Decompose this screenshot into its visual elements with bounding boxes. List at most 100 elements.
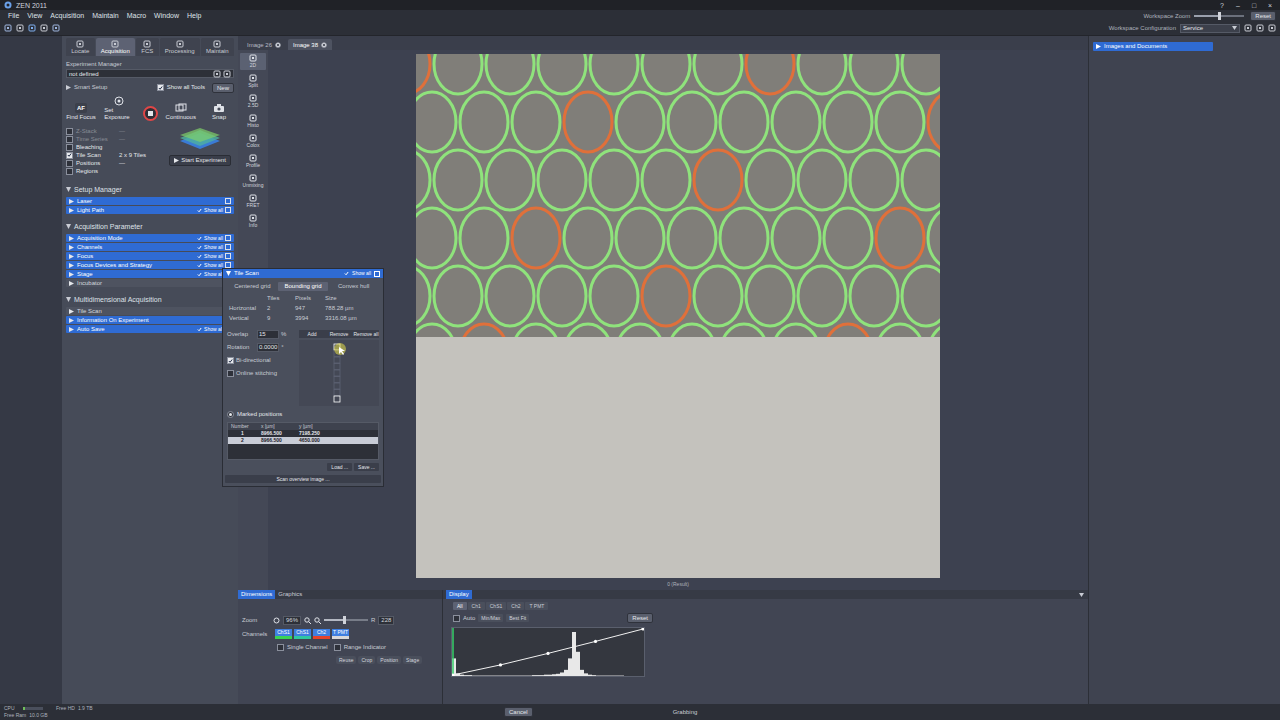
view-tab[interactable]: Info xyxy=(240,213,266,230)
window-control[interactable]: ? xyxy=(1216,1,1228,10)
scan-overview-button[interactable]: Scan overview image ... xyxy=(225,475,381,483)
channel-toggle[interactable]: ChS1 xyxy=(294,629,311,639)
action-button[interactable]: Set Exposure xyxy=(104,96,134,121)
checkbox[interactable] xyxy=(453,615,460,622)
experiment-dropdown[interactable]: not defined xyxy=(66,69,234,78)
curve-point[interactable] xyxy=(452,673,455,676)
tool-bar[interactable]: Tile Scan xyxy=(66,307,234,315)
dimension-row[interactable]: Tile Scan2 x 9 Tiles xyxy=(66,151,162,159)
tile-scan-window[interactable]: Tile ScanShow all Centered gridBounding g… xyxy=(222,268,384,487)
start-experiment-button[interactable]: Start Experiment xyxy=(169,155,231,166)
view-tab[interactable]: Colox xyxy=(240,133,266,150)
slider-thumb[interactable] xyxy=(343,616,346,624)
panel-tab[interactable]: Graphics xyxy=(275,590,305,599)
view-tab[interactable]: 2D xyxy=(240,53,266,70)
button[interactable]: New xyxy=(212,83,234,93)
option-row[interactable]: Online stitching xyxy=(227,369,295,378)
tool-bar[interactable]: Incubator xyxy=(66,279,234,287)
channel-tab[interactable]: ChS1 xyxy=(486,602,507,610)
action-button[interactable]: Snap xyxy=(204,103,234,121)
show-all-toggle[interactable]: Show all xyxy=(197,234,231,242)
live-button[interactable] xyxy=(143,106,158,121)
channel-toggle[interactable]: T PMT xyxy=(332,629,349,639)
view-tab[interactable]: Unmixing xyxy=(240,173,266,190)
workspace-configuration-dropdown[interactable]: Service xyxy=(1180,24,1240,33)
checkbox[interactable] xyxy=(66,168,73,175)
checkbox[interactable] xyxy=(157,84,164,91)
window-control[interactable]: – xyxy=(1232,1,1244,10)
overlap-input[interactable]: 15 xyxy=(257,330,279,339)
tool-bar[interactable]: StageShow all xyxy=(66,270,234,278)
grid-mode-tab[interactable]: Centered grid xyxy=(227,282,278,291)
checkbox[interactable] xyxy=(227,357,234,364)
view-button[interactable]: Stage xyxy=(403,656,422,664)
position-row[interactable]: 28966.5004650.000 xyxy=(228,437,378,444)
dimension-row[interactable]: Positions— xyxy=(66,159,162,167)
tool-bar[interactable]: FocusShow all xyxy=(66,252,234,260)
panel-tab[interactable]: Dimensions xyxy=(238,590,275,599)
left-tab[interactable]: Maintain xyxy=(201,38,234,56)
window-control[interactable]: □ xyxy=(1248,1,1260,10)
histogram[interactable] xyxy=(451,627,645,677)
grid-mode-tab[interactable]: Bounding grid xyxy=(278,282,329,291)
checkbox[interactable] xyxy=(66,128,73,135)
file-button[interactable]: Load ... xyxy=(327,463,352,471)
menu-item[interactable]: Window xyxy=(150,11,183,21)
view-tab[interactable]: FRET xyxy=(240,193,266,210)
radio-button[interactable] xyxy=(227,411,234,418)
option-row[interactable]: Bi-directional xyxy=(227,356,295,365)
position-button[interactable]: Remove all xyxy=(353,330,379,338)
tool-bar[interactable]: ChannelsShow all xyxy=(66,243,234,251)
display-button[interactable]: Min/Max xyxy=(478,614,503,622)
position-button[interactable]: Remove xyxy=(326,330,352,338)
show-all-toggle[interactable] xyxy=(225,198,231,204)
checkbox[interactable] xyxy=(277,644,284,651)
file-button[interactable]: Save ... xyxy=(354,463,379,471)
dimension-row[interactable]: Bleaching xyxy=(66,143,162,151)
dimension-row[interactable]: Z-Stack— xyxy=(66,127,162,135)
section-header[interactable]: Multidimensional Acquisition xyxy=(66,295,234,304)
position-button[interactable]: Add xyxy=(299,330,325,338)
image-tab[interactable]: Image 26 xyxy=(242,39,286,50)
tool-bar[interactable]: Light PathShow all xyxy=(66,206,234,214)
section-header[interactable]: Acquisition Parameter xyxy=(66,222,234,231)
action-button[interactable]: Continuous xyxy=(166,103,196,121)
channel-tab[interactable]: Ch1 xyxy=(468,602,485,610)
display-curve[interactable] xyxy=(453,629,643,675)
view-button[interactable]: Reuse xyxy=(336,656,356,664)
button[interactable]: Cancel xyxy=(504,707,533,717)
rotation-input[interactable]: 0.0000 xyxy=(257,343,279,352)
grid-mode-tab[interactable]: Convex hull xyxy=(328,282,379,291)
zoom-value[interactable]: 96% xyxy=(283,616,301,625)
marked-positions-option[interactable]: Marked positions xyxy=(223,410,383,419)
tile-scan-header[interactable]: Tile ScanShow all xyxy=(223,269,383,278)
curve-point[interactable] xyxy=(499,663,502,666)
display-slider[interactable] xyxy=(324,619,368,621)
checkbox[interactable] xyxy=(66,152,73,159)
view-tab[interactable]: Split xyxy=(240,73,266,90)
checkbox[interactable] xyxy=(66,136,73,143)
channel-toggle[interactable]: Ch2 xyxy=(313,629,330,639)
checkbox[interactable] xyxy=(334,644,341,651)
left-tab[interactable]: FCS xyxy=(136,38,159,56)
view-tab[interactable]: 2.5D xyxy=(240,93,266,110)
channel-toggle[interactable]: ChS1 xyxy=(275,629,292,639)
images-documents-bar[interactable]: Images and Documents xyxy=(1093,42,1213,51)
show-all-toggle[interactable]: Show all xyxy=(197,252,231,260)
channel-tab[interactable]: Ch2 xyxy=(507,602,524,610)
view-tab[interactable]: Profile xyxy=(240,153,266,170)
left-tab[interactable]: Locate xyxy=(66,38,95,56)
view-button[interactable]: Crop xyxy=(358,656,375,664)
slider-value[interactable]: 228 xyxy=(378,616,394,625)
window-control[interactable]: × xyxy=(1264,1,1276,10)
workspace-zoom-slider[interactable] xyxy=(1194,15,1244,17)
left-tab[interactable]: Processing xyxy=(160,38,200,56)
checkbox[interactable] xyxy=(66,144,73,151)
menu-item[interactable]: Maintain xyxy=(88,11,122,21)
view-button[interactable]: Position xyxy=(377,656,401,664)
smart-setup-button[interactable]: Smart Setup xyxy=(74,83,107,92)
tool-bar[interactable]: Auto SaveShow all xyxy=(66,325,234,333)
checkbox[interactable] xyxy=(227,370,234,377)
channel-tab[interactable]: T PMT xyxy=(525,602,548,610)
dimension-row[interactable]: Regions xyxy=(66,167,162,175)
